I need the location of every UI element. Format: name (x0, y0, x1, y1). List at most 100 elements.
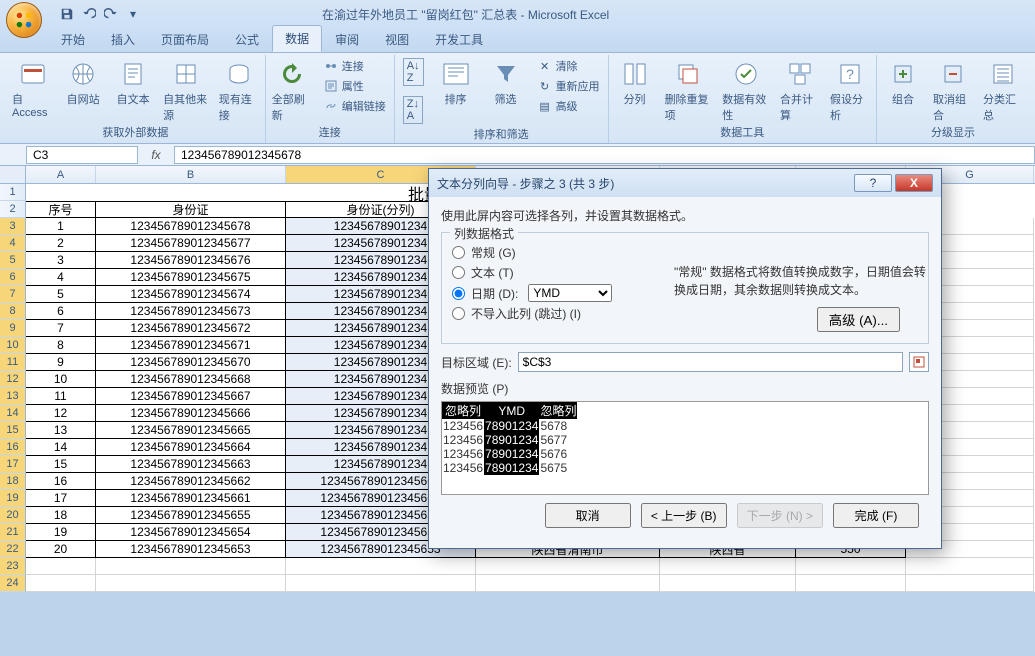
cell[interactable]: 123456789012345672 (96, 320, 286, 337)
subtotal-button[interactable]: 分类汇总 (983, 57, 1023, 123)
cell[interactable]: 123456789012345662 (96, 473, 286, 490)
save-icon[interactable] (58, 5, 76, 23)
row-header[interactable]: 3 (0, 218, 26, 235)
cell[interactable]: 3 (26, 252, 96, 269)
cell[interactable]: 17 (26, 490, 96, 507)
clear-filter-button[interactable]: ✕清除 (536, 57, 602, 75)
cell[interactable]: 4 (26, 269, 96, 286)
from-text-button[interactable]: 自文本 (113, 57, 153, 107)
advanced-filter-button[interactable]: ▤高级 (536, 97, 602, 115)
radio-general[interactable]: 常规 (G) (452, 244, 918, 261)
cell[interactable] (96, 575, 286, 592)
cell[interactable]: 123456789012345666 (96, 405, 286, 422)
cell[interactable]: 123456789012345655 (96, 507, 286, 524)
cell[interactable]: 123456789012345661 (96, 490, 286, 507)
dialog-help-button[interactable]: ? (854, 174, 892, 192)
row-header[interactable]: 19 (0, 490, 26, 507)
cell[interactable] (96, 558, 286, 575)
cell[interactable]: 123456789012345665 (96, 422, 286, 439)
row-header[interactable]: 20 (0, 507, 26, 524)
connections-button[interactable]: 连接 (322, 57, 388, 75)
from-web-button[interactable]: 自网站 (63, 57, 103, 107)
whatif-button[interactable]: ?假设分析 (830, 57, 870, 123)
cell[interactable] (796, 575, 906, 592)
cell[interactable] (906, 575, 1034, 592)
fx-icon[interactable]: fx (146, 148, 166, 162)
filter-button[interactable]: 筛选 (486, 57, 526, 107)
cell[interactable] (26, 184, 96, 201)
row-header[interactable]: 4 (0, 235, 26, 252)
cell[interactable]: 123456789012345663 (96, 456, 286, 473)
cell[interactable]: 10 (26, 371, 96, 388)
cell[interactable]: 123456789012345670 (96, 354, 286, 371)
row-header[interactable]: 1 (0, 184, 26, 201)
row-header[interactable]: 15 (0, 422, 26, 439)
row-header[interactable]: 12 (0, 371, 26, 388)
qat-dropdown-icon[interactable]: ▾ (124, 5, 142, 23)
formula-input[interactable]: 123456789012345678 (174, 146, 1035, 164)
cell[interactable] (286, 575, 476, 592)
col-header-B[interactable]: B (96, 166, 286, 183)
row-header[interactable]: 6 (0, 269, 26, 286)
cell[interactable] (476, 558, 660, 575)
ungroup-button[interactable]: 取消组合 (933, 57, 973, 123)
existing-conn-button[interactable]: 现有连接 (219, 57, 259, 123)
tab-review[interactable]: 审阅 (322, 26, 372, 52)
row-header[interactable]: 21 (0, 524, 26, 541)
row-header[interactable]: 14 (0, 405, 26, 422)
cell[interactable]: 123456789012345678 (96, 218, 286, 235)
cell[interactable]: 5 (26, 286, 96, 303)
from-access-button[interactable]: 自 Access (12, 57, 53, 119)
tab-view[interactable]: 视图 (372, 26, 422, 52)
cell[interactable]: 19 (26, 524, 96, 541)
from-other-button[interactable]: 自其他来源 (163, 57, 209, 123)
row-header[interactable]: 22 (0, 541, 26, 558)
refresh-all-button[interactable]: 全部刷新 (272, 57, 312, 123)
row-header[interactable]: 11 (0, 354, 26, 371)
group-button[interactable]: 组合 (883, 57, 923, 107)
cell[interactable]: 123456789012345668 (96, 371, 286, 388)
row-header[interactable]: 5 (0, 252, 26, 269)
name-box[interactable]: C3 (26, 146, 138, 164)
cell[interactable]: 123456789012345675 (96, 269, 286, 286)
row-header[interactable]: 9 (0, 320, 26, 337)
row-header[interactable]: 13 (0, 388, 26, 405)
sort-za-button[interactable]: Z↓A (401, 95, 426, 125)
cell[interactable]: 身份证 (96, 201, 286, 218)
select-all-corner[interactable] (0, 166, 26, 183)
row-header[interactable]: 8 (0, 303, 26, 320)
row-header[interactable]: 24 (0, 575, 26, 592)
cell[interactable] (286, 558, 476, 575)
properties-button[interactable]: 属性 (322, 77, 388, 95)
cell[interactable]: 20 (26, 541, 96, 558)
row-header[interactable]: 16 (0, 439, 26, 456)
data-validation-button[interactable]: 数据有效性 (722, 57, 770, 123)
range-picker-icon[interactable] (909, 352, 929, 372)
cell[interactable] (660, 575, 796, 592)
row-header[interactable]: 17 (0, 456, 26, 473)
row-header[interactable]: 18 (0, 473, 26, 490)
undo-icon[interactable] (80, 5, 98, 23)
cell[interactable] (96, 184, 286, 201)
cell[interactable]: 15 (26, 456, 96, 473)
col-header-A[interactable]: A (26, 166, 96, 183)
consolidate-button[interactable]: 合并计算 (780, 57, 820, 123)
preview-pane[interactable]: 忽略列YMD忽略列 123456789012345678123456789012… (441, 401, 929, 495)
cell[interactable]: 123456789012345654 (96, 524, 286, 541)
destination-input[interactable] (518, 352, 903, 372)
dialog-close-button[interactable]: X (895, 174, 933, 192)
remove-duplicates-button[interactable]: 删除重复项 (665, 57, 713, 123)
row-header[interactable]: 2 (0, 201, 26, 218)
cell[interactable]: 18 (26, 507, 96, 524)
office-button[interactable] (6, 2, 42, 38)
cell[interactable]: 123456789012345676 (96, 252, 286, 269)
cell[interactable] (906, 558, 1034, 575)
finish-button[interactable]: 完成 (F) (833, 503, 919, 528)
sort-az-button[interactable]: A↓Z (401, 57, 426, 87)
redo-icon[interactable] (102, 5, 120, 23)
tab-home[interactable]: 开始 (48, 26, 98, 52)
cell[interactable]: 12 (26, 405, 96, 422)
cell[interactable]: 6 (26, 303, 96, 320)
cancel-button[interactable]: 取消 (545, 503, 631, 528)
edit-links-button[interactable]: 编辑链接 (322, 97, 388, 115)
